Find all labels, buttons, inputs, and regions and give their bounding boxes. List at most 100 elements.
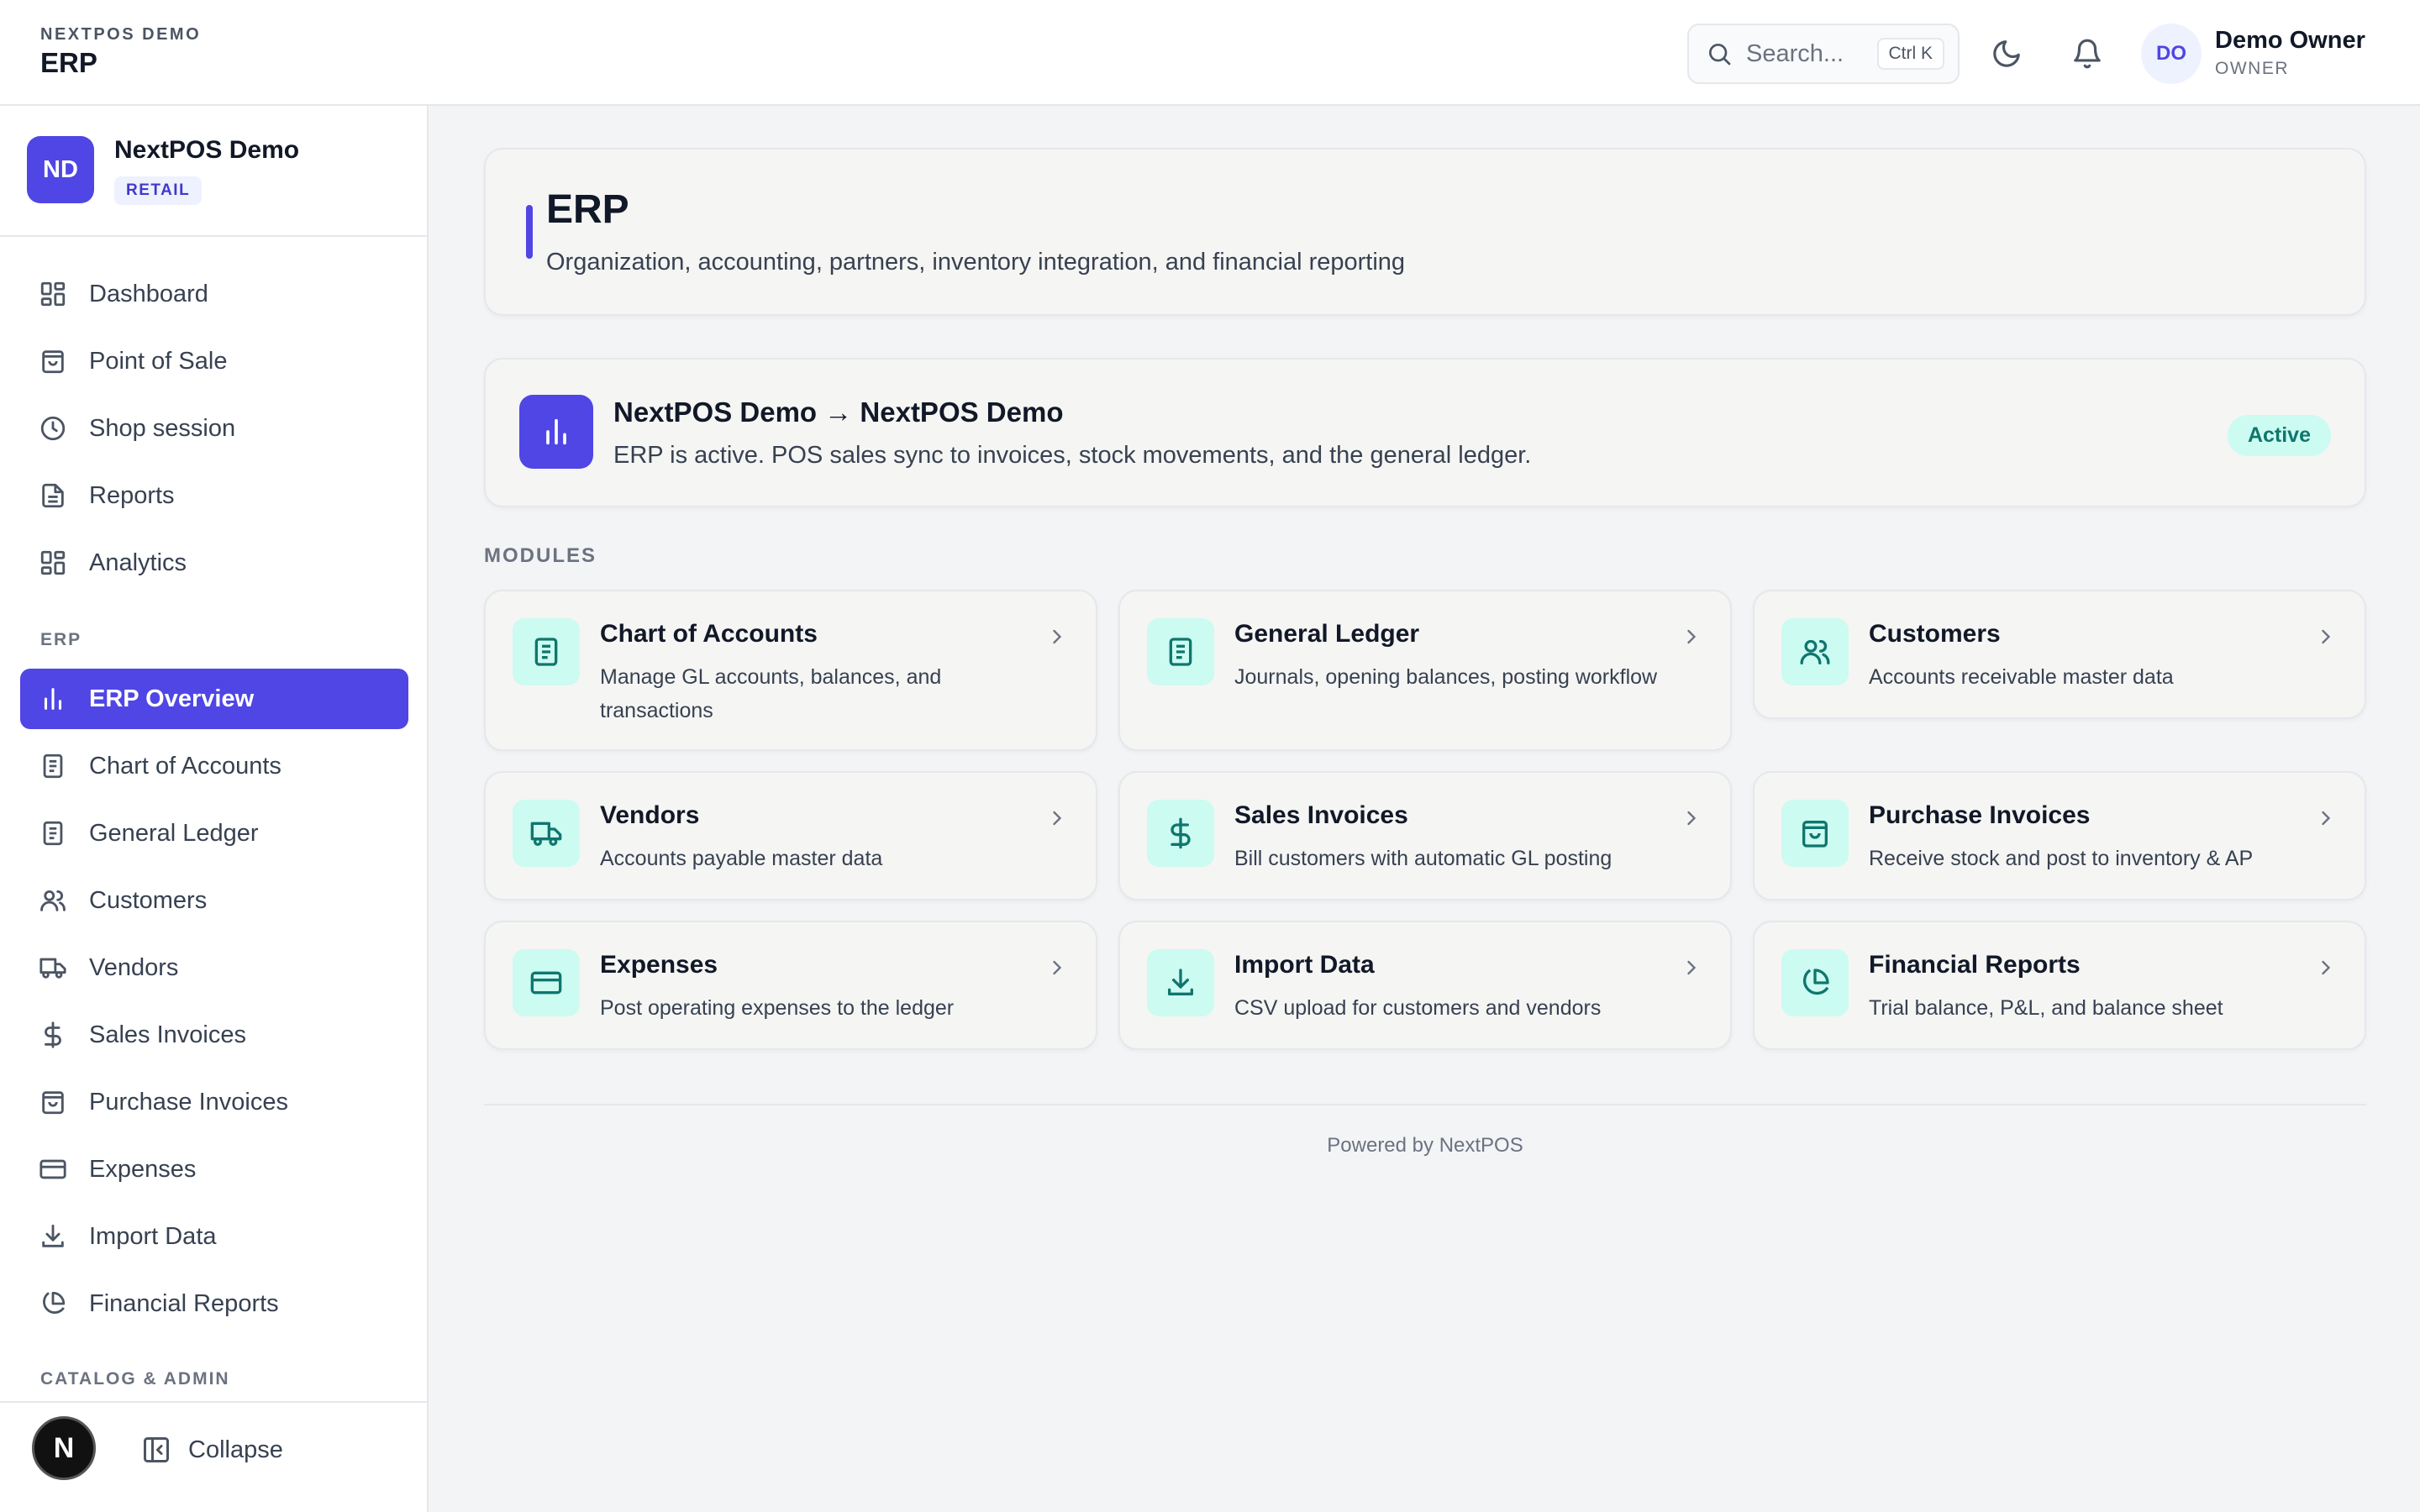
collapse-sidebar-button[interactable]: Collapse	[141, 1420, 283, 1480]
module-description: Manage GL accounts, balances, and transa…	[600, 665, 942, 722]
sidebar-item-label: Chart of Accounts	[89, 752, 281, 780]
sidebar-item-analytics[interactable]: Analytics	[20, 533, 408, 593]
module-icon-tile	[513, 949, 580, 1016]
dark-mode-toggle[interactable]	[1986, 34, 2027, 74]
sidebar-item-customers[interactable]: Customers	[20, 870, 408, 931]
clock-icon	[40, 416, 66, 441]
module-title: General Ledger	[1234, 620, 1420, 648]
module-title: Financial Reports	[1869, 951, 2081, 979]
page-header-card: ERP Organization, accounting, partners, …	[484, 148, 2366, 316]
org-name: NextPOS Demo	[114, 136, 300, 164]
module-card-purchase-invoices[interactable]: Purchase Invoices Receive stock and post…	[1753, 771, 2366, 900]
chevron-right-icon	[1687, 960, 1697, 975]
grid-icon	[40, 281, 66, 307]
modules-section-label: MODULES	[484, 544, 597, 567]
org-switcher[interactable]: ND NextPOS Demo RETAIL	[0, 106, 427, 237]
truck-icon	[530, 822, 562, 846]
sidebar-item-sales-invoices[interactable]: Sales Invoices	[20, 1005, 408, 1065]
sidebar-item-shop-session[interactable]: Shop session	[20, 398, 408, 459]
module-title: Expenses	[600, 951, 718, 979]
footer-divider	[484, 1104, 2366, 1105]
sidebar-item-chart-of-accounts[interactable]: Chart of Accounts	[20, 736, 408, 796]
sidebar-item-reports[interactable]: Reports	[20, 465, 408, 526]
module-description: Bill customers with automatic GL posting	[1234, 847, 1612, 870]
module-card-expenses[interactable]: Expenses Post operating expenses to the …	[484, 921, 1097, 1050]
chevron-right-icon	[1053, 960, 1062, 975]
ledger-icon	[43, 821, 63, 846]
top-bar: NEXTPOS DEMO ERP Search... Ctrl K DO Dem…	[0, 0, 2420, 106]
module-icon-tile	[1781, 949, 1849, 1016]
users-icon	[1800, 639, 1830, 664]
notifications-button[interactable]	[2067, 34, 2107, 74]
sidebar-item-dashboard[interactable]: Dashboard	[20, 264, 408, 324]
sidebar-item-label: General Ledger	[89, 819, 259, 847]
sidebar-item-label: Shop session	[89, 414, 236, 442]
sidebar-item-erp-overview[interactable]: ERP Overview	[20, 669, 408, 729]
module-card-chart-of-accounts[interactable]: Chart of Accounts Manage GL accounts, ba…	[484, 590, 1097, 751]
module-card-general-ledger[interactable]: General Ledger Journals, opening balance…	[1118, 590, 1732, 751]
sidebar-item-general-ledger[interactable]: General Ledger	[20, 803, 408, 864]
bag-icon	[1802, 821, 1828, 848]
module-card-customers[interactable]: Customers Accounts receivable master dat…	[1753, 590, 2366, 719]
module-description: Post operating expenses to the ledger	[600, 996, 955, 1020]
module-icon-tile	[513, 618, 580, 685]
search-box[interactable]: Search... Ctrl K	[1687, 24, 1960, 84]
sidebar-section-catalog-admin: CATALOG & ADMIN	[40, 1369, 230, 1389]
chevron-right-icon	[1687, 629, 1697, 644]
status-title: NextPOS Demo → NextPOS Demo	[613, 396, 1064, 428]
sidebar-item-label: Dashboard	[89, 280, 208, 307]
module-card-vendors[interactable]: Vendors Accounts payable master data	[484, 771, 1097, 900]
sidebar-item-purchase-invoices[interactable]: Purchase Invoices	[20, 1072, 408, 1132]
module-description: Accounts receivable master data	[1869, 665, 2174, 689]
sidebar-item-vendors[interactable]: Vendors	[20, 937, 408, 998]
sidebar-item-label: Point of Sale	[89, 347, 228, 375]
user-name[interactable]: Demo Owner	[2215, 27, 2365, 55]
ledger-icon	[534, 638, 558, 666]
module-card-financial-reports[interactable]: Financial Reports Trial balance, P&L, an…	[1753, 921, 2366, 1050]
status-subtitle: ERP is active. POS sales sync to invoice…	[613, 442, 1532, 469]
status-badge: Active	[2227, 415, 2331, 456]
truck-icon	[39, 958, 66, 979]
sidebar-item-expenses[interactable]: Expenses	[20, 1139, 408, 1200]
chevron-right-icon	[2322, 960, 2331, 975]
module-title: Import Data	[1234, 951, 1375, 979]
module-card-import-data[interactable]: Import Data CSV upload for customers and…	[1118, 921, 1732, 1050]
sidebar-item-financial-reports[interactable]: Financial Reports	[20, 1273, 408, 1334]
search-icon	[1709, 44, 1731, 66]
sidebar-item-label: Import Data	[89, 1222, 217, 1250]
sidebar: ND NextPOS Demo RETAIL Dashboard Point o…	[0, 106, 429, 1512]
module-card-sales-invoices[interactable]: Sales Invoices Bill customers with autom…	[1118, 771, 1732, 900]
accent-bar	[526, 205, 533, 259]
sidebar-footer: N Collapse	[0, 1401, 427, 1512]
search-placeholder: Search...	[1746, 39, 1844, 67]
module-icon-tile	[1781, 800, 1849, 867]
module-title: Purchase Invoices	[1869, 801, 2091, 829]
bell-icon	[2074, 39, 2101, 69]
org-type-badge: RETAIL	[114, 176, 203, 205]
sidebar-section-erp: ERP	[40, 630, 82, 649]
module-title: Chart of Accounts	[600, 620, 818, 648]
module-description: Journals, opening balances, posting work…	[1234, 665, 1658, 689]
page-context-title: ERP	[40, 47, 97, 78]
brand-org-label: NEXTPOS DEMO	[40, 25, 202, 44]
pie-icon	[1802, 969, 1829, 995]
org-avatar: ND	[27, 136, 94, 203]
bar-chart-icon	[44, 688, 62, 710]
chevron-right-icon	[1687, 811, 1697, 826]
sidebar-item-import-data[interactable]: Import Data	[20, 1206, 408, 1267]
app-logo[interactable]: N	[32, 1416, 96, 1480]
users-icon	[40, 890, 66, 911]
module-description: Trial balance, P&L, and balance sheet	[1869, 996, 2223, 1020]
status-icon-tile	[519, 395, 593, 469]
module-description: Receive stock and post to inventory & AP	[1869, 847, 2254, 870]
dollar-icon	[45, 1021, 61, 1048]
card-icon	[530, 971, 562, 995]
sidebar-item-point-of-sale[interactable]: Point of Sale	[20, 331, 408, 391]
chevron-right-icon	[1053, 811, 1062, 826]
chevron-right-icon	[2322, 811, 2331, 826]
page-subtitle: Organization, accounting, partners, inve…	[546, 249, 1406, 276]
sidebar-item-label: Reports	[89, 481, 175, 509]
sidebar-item-label: Customers	[89, 886, 208, 914]
user-avatar[interactable]: DO	[2141, 24, 2202, 84]
sidebar-item-label: Vendors	[89, 953, 179, 981]
